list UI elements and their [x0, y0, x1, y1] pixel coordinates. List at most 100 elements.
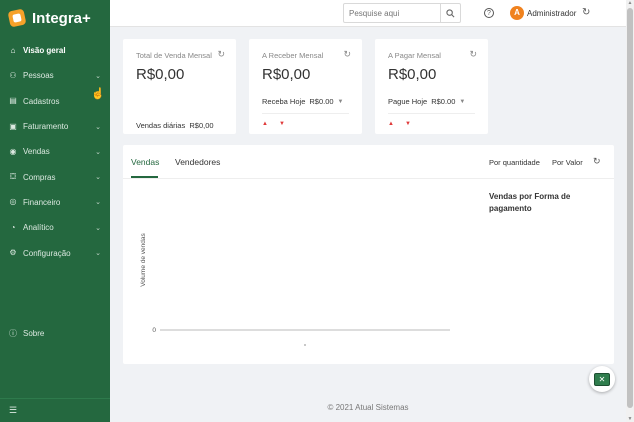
topbar: ? A Administrador ↻ [110, 0, 626, 27]
brand-logo[interactable]: Integra+ [7, 8, 91, 28]
card-value: R$0,00 [262, 66, 311, 83]
chevron-down-icon: ⌄ [95, 148, 101, 156]
card-sub-value: R$0.00 [309, 97, 334, 106]
chevron-down-icon: ⌄ [95, 72, 101, 80]
card-a-receber: A Receber Mensal ↻ R$0,00 Receba Hoje R$… [249, 39, 362, 134]
refresh-icon[interactable]: ↻ [217, 49, 225, 60]
footer-copyright: © 2021 Atual Sistemas [327, 403, 409, 412]
card-title: Total de Venda Mensal [136, 51, 212, 60]
chevron-down-icon: ⌄ [95, 123, 101, 131]
card-sub-label: Pague Hoje [388, 97, 428, 106]
search-button[interactable] [440, 4, 460, 22]
payment-chart-title: Vendas por Forma de pagamento [489, 192, 571, 213]
brand-name: Integra+ [32, 9, 91, 27]
chevron-down-icon: ⌄ [95, 199, 101, 207]
card-title: A Pagar Mensal [388, 51, 441, 60]
search-icon [446, 8, 455, 17]
sidebar-item-financeiro[interactable]: ◎ Financeiro ⌄ [0, 190, 110, 215]
trend-indicators: ▲ ▼ [262, 121, 285, 127]
arrow-down-icon: ▼ [278, 121, 285, 127]
clipboard-icon: ▤ [9, 96, 17, 106]
sidebar-item-pessoas[interactable]: ⚇ Pessoas ⌄ [0, 63, 110, 88]
trend-indicators: ▲ ▼ [388, 121, 411, 127]
arrow-down-icon: ▼ [404, 121, 411, 127]
chevron-down-icon: ▼ [459, 98, 466, 105]
search-box [343, 3, 461, 23]
spreadsheet-icon: ✕ [594, 372, 610, 386]
scrollbar-thumb[interactable] [627, 8, 633, 408]
chart-icon: ◔ [10, 222, 16, 232]
card-footer: Vendas diárias R$0,00 [136, 121, 214, 130]
sidebar-collapse-button[interactable]: ☰ [0, 398, 110, 422]
arrow-up-icon: ▲ [262, 121, 268, 127]
sidebar-item-configuracao[interactable]: ⚙ Configuração ⌄ [0, 240, 110, 265]
receba-hoje-dropdown[interactable]: Receba Hoje R$0.00 ▼ [262, 97, 344, 106]
option-por-quantidade[interactable]: Por quantidade [489, 158, 540, 167]
logo-icon [7, 8, 27, 28]
sidebar-item-label: Pessoas [23, 71, 54, 81]
sidebar-item-label: Compras [23, 172, 56, 182]
sidebar-item-label: Cadastros [23, 96, 60, 106]
sidebar-item-label: Financeiro [23, 197, 61, 207]
sidebar-item-analitico[interactable]: ◔ Analítico ⌄ [0, 215, 110, 240]
sidebar-item-label: Analítico [23, 223, 54, 233]
divider [262, 113, 349, 114]
arrow-up-icon: ▲ [388, 121, 394, 127]
home-icon: ⌂ [10, 45, 16, 55]
divider [388, 113, 475, 114]
cart-icon: ⛋ [9, 172, 17, 182]
sidebar-item-vendas[interactable]: ◉ Vendas ⌄ [0, 139, 110, 164]
sidebar: Integra+ ⌂ Visão geral ⚇ Pessoas ⌄ ▤ Cadastros… [0, 0, 110, 422]
chevron-down-icon: ⌄ [95, 224, 101, 232]
tab-vendas[interactable]: Vendas [131, 157, 159, 167]
card-footer-label: Vendas diárias [136, 121, 186, 130]
person-icon: ⚇ [9, 70, 17, 80]
y-tick-label: 0 [152, 327, 156, 334]
card-value: R$0,00 [388, 66, 437, 83]
search-input[interactable] [344, 4, 440, 22]
gear-icon: ⚙ [9, 248, 17, 258]
chevron-down-icon: ▼ [337, 98, 344, 105]
card-footer-value: R$0,00 [189, 121, 214, 130]
y-axis-label: Volume de vendas [140, 233, 147, 287]
avatar[interactable]: A [510, 6, 524, 20]
sidebar-item-faturamento[interactable]: ▣ Faturamento ⌄ [0, 114, 110, 139]
sidebar-item-compras[interactable]: ⛋ Compras ⌄ [0, 164, 110, 189]
user-name[interactable]: Administrador [527, 9, 576, 18]
pague-hoje-dropdown[interactable]: Pague Hoje R$0.00 ▼ [388, 97, 465, 106]
sidebar-item-sobre[interactable]: ⓘ Sobre [9, 329, 44, 338]
sidebar-nav: ⌂ Visão geral ⚇ Pessoas ⌄ ▤ Cadastros ▣ Faturame… [0, 38, 110, 266]
refresh-icon[interactable]: ↻ [593, 156, 601, 167]
sales-panel: Vendas Vendedores Por quantidade Por Val… [123, 145, 614, 364]
refresh-icon[interactable]: ↻ [469, 49, 477, 60]
option-por-valor[interactable]: Por Valor [552, 158, 583, 167]
sales-chart: Volume de vendas 0 [140, 233, 450, 346]
chevron-down-icon: ⌄ [95, 250, 101, 258]
card-value: R$0,00 [136, 66, 185, 83]
refresh-icon[interactable]: ↻ [343, 49, 351, 60]
scrollbar[interactable]: ▲ ▼ [626, 0, 634, 422]
scroll-down-icon[interactable]: ▼ [627, 416, 633, 422]
info-icon: ⓘ [9, 328, 17, 338]
dollar-icon: ◉ [9, 146, 17, 156]
excel-badge[interactable]: ✕ [589, 366, 615, 392]
sidebar-item-label: Faturamento [23, 122, 69, 132]
help-icon[interactable]: ? [484, 8, 494, 18]
menu-collapse-icon: ☰ [9, 405, 18, 415]
refresh-icon[interactable]: ↻ [582, 7, 590, 18]
sidebar-item-visao-geral[interactable]: ⌂ Visão geral [0, 38, 110, 63]
tab-vendedores[interactable]: Vendedores [175, 157, 220, 167]
hand-cursor-icon: ☝ [91, 88, 105, 100]
card-title: A Receber Mensal [262, 51, 324, 60]
sidebar-item-label: Visão geral [23, 46, 66, 56]
sidebar-item-label: Sobre [23, 329, 45, 338]
card-sub-label: Receba Hoje [262, 97, 306, 106]
card-sub-value: R$0.00 [431, 97, 456, 106]
divider [123, 178, 614, 179]
chevron-down-icon: ⌄ [95, 174, 101, 182]
scroll-up-icon[interactable]: ▲ [627, 0, 633, 6]
card-a-pagar: A Pagar Mensal ↻ R$0,00 Pague Hoje R$0.0… [375, 39, 488, 134]
sidebar-item-label: Vendas [23, 147, 50, 157]
sidebar-item-label: Configuração [23, 248, 71, 258]
card-total-venda: Total de Venda Mensal ↻ R$0,00 Vendas di… [123, 39, 236, 134]
